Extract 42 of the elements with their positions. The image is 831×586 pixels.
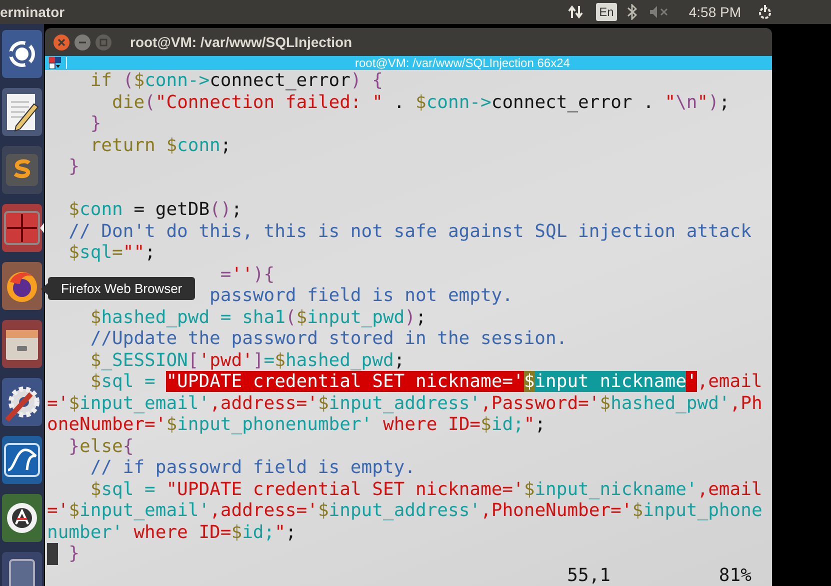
code-line: //Update the password stored in the session. <box>89 328 568 350</box>
minimize-icon[interactable] <box>74 34 91 50</box>
code-line: password field is not empty. <box>210 285 513 306</box>
code-line: }else{ <box>68 436 134 457</box>
power-gear-icon[interactable] <box>757 4 773 20</box>
launcher-item[interactable] <box>2 494 42 542</box>
launcher-item[interactable] <box>2 378 42 426</box>
launcher-item[interactable] <box>2 436 42 484</box>
cursor-position: 55,1 <box>567 564 611 586</box>
code-line: $sql=""; <box>68 242 156 264</box>
code-line: $hashed_pwd = sha1($input_pwd); <box>89 306 426 328</box>
code-line: ='$input_email',address='$input_address',PhoneNumber='$input_phone <box>47 500 762 522</box>
network-arrows-icon[interactable] <box>568 4 584 20</box>
code-line: } <box>89 113 102 134</box>
code-line: oneNumber='$input_phonenumber' where ID=$id;"; <box>47 414 546 436</box>
app-title: erminator <box>0 2 65 22</box>
close-icon[interactable] <box>53 34 70 50</box>
launcher-item[interactable] <box>2 30 42 78</box>
code-line: if ($conn->connect_error) { <box>89 70 383 92</box>
code-line: number' where ID=$id;"; <box>47 522 296 543</box>
scroll-percentage: 81% <box>718 564 752 586</box>
code-line: } <box>68 156 80 178</box>
code-line: // if passowrd field is empty. <box>89 457 416 478</box>
code-line: =''){ <box>219 264 275 285</box>
tooltip-pointer-icon <box>41 282 48 294</box>
clock[interactable]: 4:58 PM <box>688 2 741 22</box>
window-title: root@VM: /var/www/SQLInjection <box>130 32 352 52</box>
code-line: ='$input_email',address='$input_address',Password='$hashed_pwd',Ph <box>47 392 762 414</box>
language-indicator[interactable]: En <box>596 3 617 21</box>
code-line: } <box>68 543 80 564</box>
launcher-item[interactable] <box>2 88 42 136</box>
terminal-title: root@VM: /var/www/SQLInjection 66x24 <box>355 56 570 70</box>
code-line: // Don't do this, this is not safe against SQL injection attack <box>68 220 752 242</box>
code-line: $sql = "UPDATE credential SET nickname='$input nickname',email <box>89 371 762 392</box>
code-line: return $conn; <box>89 134 232 156</box>
code-line: $_SESSION['pwd']=$hashed_pwd; <box>89 350 405 371</box>
code-line: $conn = getDB(); <box>68 199 242 220</box>
code-line: die("Connection failed: " . $conn->connect_error . "\n"); <box>111 92 730 113</box>
terminal-menu-icon[interactable] <box>49 57 61 69</box>
code-line: $sql = "UPDATE credential SET nickname='$input_nickname',email <box>89 478 762 500</box>
bluetooth-icon[interactable] <box>626 4 637 20</box>
muted-speaker-icon[interactable] <box>648 5 669 19</box>
